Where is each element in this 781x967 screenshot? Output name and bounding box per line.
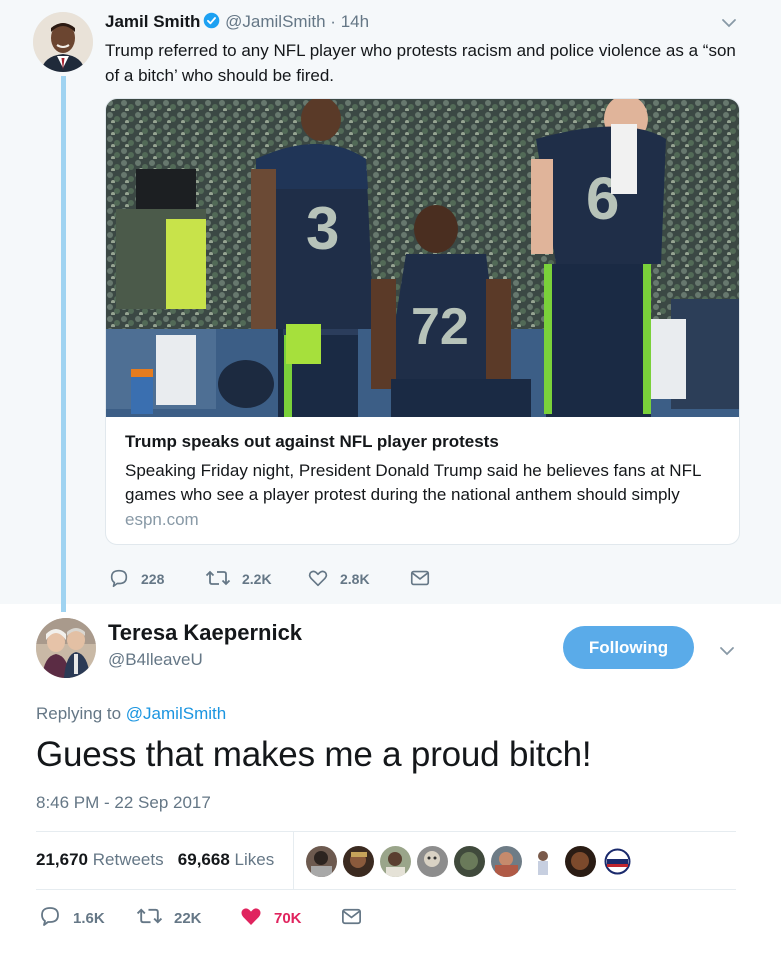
liker-avatar[interactable] (528, 846, 559, 877)
like-button[interactable]: 2.8K (307, 567, 370, 591)
liker-avatar[interactable] (602, 846, 633, 877)
card-title: Trump speaks out against NFL player prot… (125, 432, 499, 451)
retweet-arrows-icon (205, 567, 242, 592)
thread-connector-line (61, 76, 66, 612)
parent-tweet-text: Trump referred to any NFL player who pro… (105, 41, 736, 85)
card-domain: espn.com (125, 510, 199, 529)
liker-avatar[interactable] (417, 846, 448, 877)
like-count: 70K (274, 909, 302, 927)
retweet-count: 22K (174, 909, 202, 927)
link-card[interactable]: 3 72 6 Trump speaks out against NFL play… (105, 98, 740, 545)
teresa-kaepernick-avatar[interactable] (36, 618, 96, 678)
chevron-down-icon[interactable] (720, 14, 738, 37)
jamil-smith-avatar[interactable] (33, 12, 93, 72)
engagement-stats: 21,670 Retweets 69,668 Likes (36, 850, 274, 870)
chevron-down-icon[interactable] (718, 642, 736, 665)
retweet-arrows-icon (136, 904, 174, 932)
reply-count: 1.6K (73, 909, 105, 927)
liker-avatar[interactable] (343, 846, 374, 877)
reply-bubble-icon (108, 567, 141, 592)
liker-avatar[interactable] (454, 846, 485, 877)
envelope-icon (340, 905, 374, 932)
heart-icon (239, 904, 274, 932)
verified-badge-icon (203, 12, 220, 34)
retweets-stat[interactable]: 21,670 Retweets (36, 850, 164, 869)
reply-button[interactable]: 1.6K (38, 906, 105, 930)
reply-button[interactable]: 228 (108, 567, 164, 591)
divider (36, 889, 736, 890)
following-button[interactable]: Following (563, 626, 694, 669)
direct-message-button[interactable] (340, 906, 374, 930)
liker-avatar[interactable] (380, 846, 411, 877)
reply-count: 228 (141, 571, 165, 587)
likes-label: Likes (234, 850, 275, 869)
tweet-time[interactable]: 14h (341, 12, 369, 31)
like-count: 2.8K (340, 571, 370, 587)
reply-tweet-text: Guess that makes me a proud bitch! (36, 735, 592, 774)
direct-message-button[interactable] (409, 567, 442, 591)
liker-avatar[interactable] (491, 846, 522, 877)
parent-tweet[interactable]: Jamil Smith @JamilSmith · 14h Trump refe… (0, 0, 781, 612)
card-photo: 3 72 6 (106, 99, 739, 417)
parent-tweet-header: Jamil Smith @JamilSmith · 14h (105, 12, 369, 34)
author-name[interactable]: Jamil Smith (105, 12, 200, 31)
replying-to-mention[interactable]: @JamilSmith (126, 704, 226, 723)
likes-total: 69,668 (177, 850, 230, 869)
reply-author-handle[interactable]: @B4lleaveU (108, 650, 203, 670)
reply-author-name[interactable]: Teresa Kaepernick (108, 620, 302, 646)
reply-bubble-icon (38, 904, 73, 932)
separator-dot: · (330, 12, 336, 31)
stats-separator (293, 832, 294, 889)
card-description: Speaking Friday night, President Donald … (125, 461, 701, 504)
retweet-button[interactable]: 22K (136, 906, 202, 930)
replying-to-line: Replying to @JamilSmith (36, 704, 226, 724)
retweets-label: Retweets (92, 850, 164, 869)
svg-text:72: 72 (411, 298, 469, 356)
retweet-count: 2.2K (242, 571, 272, 587)
author-handle[interactable]: @JamilSmith (225, 12, 325, 31)
svg-text:3: 3 (306, 195, 339, 262)
liker-avatar[interactable] (306, 846, 337, 877)
like-button[interactable]: 70K (239, 906, 302, 930)
divider (36, 831, 736, 832)
likes-stat[interactable]: 69,668 Likes (178, 850, 274, 869)
replying-prefix: Replying to (36, 704, 122, 723)
liker-avatar[interactable] (565, 846, 596, 877)
heart-icon (307, 567, 340, 592)
retweets-total: 21,670 (36, 850, 88, 869)
reply-timestamp[interactable]: 8:46 PM - 22 Sep 2017 (36, 793, 211, 813)
retweet-button[interactable]: 2.2K (205, 567, 272, 591)
envelope-icon (409, 567, 442, 592)
